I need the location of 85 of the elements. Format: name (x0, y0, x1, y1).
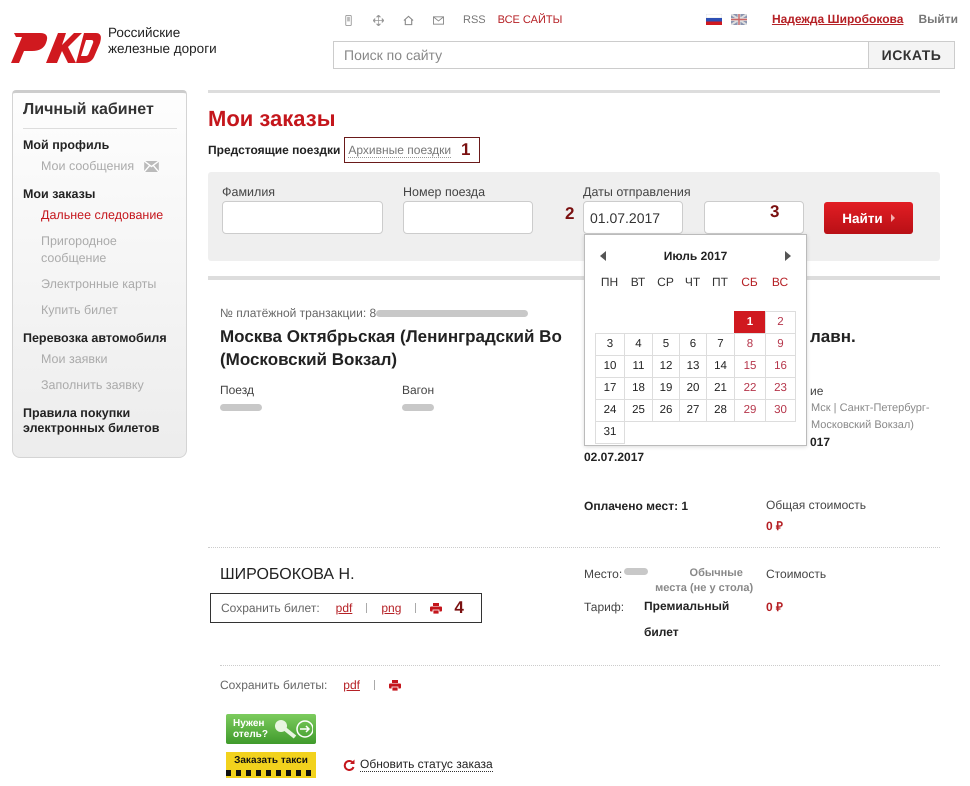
passenger-name: ШИРОБОКОВА Н. (220, 566, 356, 584)
arrival-info-text: 017 (810, 434, 832, 451)
user-name-link[interactable]: Надежда Широбокова (772, 12, 904, 26)
refresh-status-link[interactable]: Обновить статус заказа (343, 757, 493, 772)
british-flag-icon[interactable] (730, 14, 747, 24)
previous-month-icon[interactable] (600, 251, 606, 261)
calendar-month: Июль 2017 (664, 249, 728, 263)
taxi-banner[interactable]: Заказать такси (226, 752, 316, 778)
russian-flag-icon[interactable] (706, 14, 722, 24)
field-label: Поезд (220, 382, 255, 398)
redaction-bar (220, 404, 262, 411)
header-link[interactable]: RSS (463, 14, 486, 26)
mail-icon[interactable] (433, 14, 444, 26)
arrival-info-text: Мск | Санкт-Петербург- (810, 401, 931, 416)
annotation-number: 4 (454, 598, 464, 618)
calendar-day[interactable]: 2 (765, 311, 796, 334)
sidebar-item[interactable]: Мои заказы (23, 184, 177, 207)
tariff-text: Премиальный билет (644, 598, 730, 641)
redaction-bar (402, 404, 434, 411)
weekday-label: ПТ (711, 275, 729, 291)
annotation-number: 1 (461, 140, 471, 160)
annotation-number: 2 (565, 204, 574, 224)
field-label: Стоимость (766, 566, 828, 582)
field-label: Даты отправления (583, 185, 692, 199)
save-ticket-label: Сохранить билет: (221, 601, 320, 615)
search-field[interactable]: Поиск по сайту ИСКАТЬ (333, 41, 955, 69)
annotation-number: 3 (770, 202, 780, 222)
search-button[interactable]: ИСКАТЬ (868, 42, 954, 68)
save-tickets-label: Сохранить билеты: (220, 678, 328, 692)
surname-field[interactable] (222, 201, 383, 234)
transaction-label: № платёжной транзакции: 8 (220, 306, 376, 320)
print-icon[interactable] (388, 680, 401, 690)
home-icon[interactable] (403, 14, 414, 26)
weekday-label: ВС (770, 275, 790, 291)
price-value: 0 ₽ (766, 599, 784, 615)
field-label: Тариф: (584, 599, 626, 615)
calendar-day[interactable]: 30 (765, 399, 796, 422)
logo-text: Российские железные дороги (108, 25, 217, 57)
file-link[interactable]: png (381, 601, 402, 615)
weekday-label: ВТ (630, 275, 646, 291)
refresh-icon (343, 758, 355, 770)
paid-seats-text: Оплачено мест: 1 (584, 499, 688, 513)
redaction-bar (624, 568, 648, 575)
phone-icon[interactable] (343, 14, 354, 26)
field-label: Вагон (402, 382, 436, 398)
field-label: Фамилия (222, 185, 276, 199)
sidebar-item[interactable]: Мой профиль (23, 135, 177, 158)
date-field[interactable] (704, 201, 804, 234)
departure-date: 02.07.2017 (584, 450, 644, 464)
tab[interactable]: Предстоящие поездки (208, 143, 340, 157)
arrival-info-text: ие (810, 383, 824, 400)
field-label: Номер поезда (403, 185, 486, 199)
arrow-icon (890, 214, 895, 222)
logout-link[interactable]: Выйти (918, 12, 958, 26)
calendar-day[interactable]: 1 (734, 311, 766, 334)
price-value: 0 ₽ (766, 518, 784, 534)
file-link[interactable]: pdf (336, 601, 352, 615)
sidebar-item[interactable]: Правила покупки электронных билетов (23, 403, 177, 441)
tab[interactable]: Архивные поездки (348, 142, 452, 158)
weekday-label: ПН (600, 275, 620, 291)
route-title: Москва Октябрьская (Ленинградский Во (220, 326, 562, 348)
weekday-label: СБ (740, 275, 759, 291)
calendar-day[interactable]: 3 (595, 333, 625, 356)
find-button[interactable]: Найти (824, 202, 913, 234)
file-link[interactable]: pdf (343, 678, 360, 692)
page-title: Мои заказы (208, 106, 337, 132)
weekday-label: СР (656, 275, 675, 291)
seat-type-text: Обычные места (не у стола) (654, 566, 754, 596)
print-icon[interactable] (430, 602, 442, 614)
field-label: Место: (584, 566, 622, 582)
calendar-day[interactable]: 31 (595, 421, 625, 444)
arrival-info-text: Московский Вокзал) (810, 418, 915, 433)
date-field[interactable]: 01.07.2017 (583, 201, 683, 234)
next-month-icon[interactable] (784, 251, 791, 261)
train-number-field[interactable] (403, 201, 533, 234)
move-icon[interactable] (373, 14, 384, 26)
header-link[interactable]: ВСЕ САЙТЫ (498, 14, 562, 26)
sidebar-item[interactable]: Перевозка автомобиля (23, 328, 177, 351)
route-title: лавн. (810, 326, 856, 348)
sidebar-title: Личный кабинет (23, 101, 177, 129)
weekday-label: ЧТ (684, 275, 702, 291)
route-title: (Московский Вокзал) (220, 349, 398, 371)
envelope-icon (144, 161, 160, 172)
field-label: Общая стоимость (766, 497, 867, 513)
sidebar-item[interactable]: Дальнее следование (41, 207, 164, 224)
